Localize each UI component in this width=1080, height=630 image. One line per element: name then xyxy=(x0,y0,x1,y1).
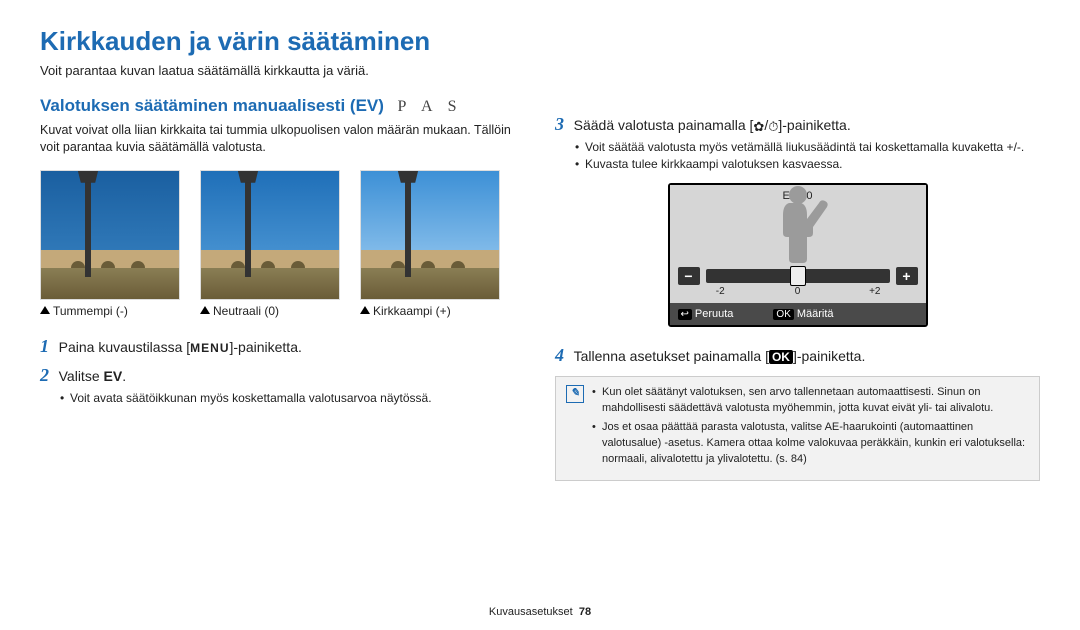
thumb-brighter: Kirkkaampi (+) xyxy=(360,170,500,318)
step2-post: . xyxy=(122,368,126,384)
step4-post: ]-painiketta. xyxy=(793,348,865,364)
menu-button-label: MENU xyxy=(190,341,229,355)
step3-bullet: Kuvasta tulee kirkkaampi valotuksen kasv… xyxy=(575,156,1040,173)
note-item: Jos et osaa päättää parasta valotusta, v… xyxy=(592,420,1029,468)
step4-pre: Tallenna asetukset painamalla [ xyxy=(574,348,769,364)
page-title: Kirkkauden ja värin säätäminen xyxy=(40,26,1040,57)
info-note: ✎ Kun olet säätänyt valotuksen, sen arvo… xyxy=(555,376,1040,482)
tick-label: -2 xyxy=(716,286,725,297)
thumb-darker: Tummempi (-) xyxy=(40,170,180,318)
triangle-icon xyxy=(200,306,210,314)
step3-bullet: Voit säätää valotusta myös vetämällä liu… xyxy=(575,139,1040,156)
step-3: 3 Säädä valotusta painamalla [✿/⏱]-paini… xyxy=(555,114,1040,173)
ev-slider-knob[interactable] xyxy=(790,266,806,286)
ok-button-label: OK xyxy=(769,350,793,364)
ev-lcd-preview: EV : 0 − -2 0 +2 xyxy=(668,183,928,327)
ev-minus-button[interactable]: − xyxy=(678,267,700,285)
tick-label: 0 xyxy=(795,286,801,297)
step2-bullet: Voit avata säätöikkunan myös koskettamal… xyxy=(60,390,525,407)
triangle-icon xyxy=(40,306,50,314)
macro-icon: ✿ xyxy=(753,119,764,135)
page-subtitle: Voit parantaa kuvan laatua säätämällä ki… xyxy=(40,63,1040,78)
section-heading-ev: Valotuksen säätäminen manuaalisesti (EV) xyxy=(40,96,384,115)
ev-plus-button[interactable]: + xyxy=(896,267,918,285)
step-1: 1 Paina kuvaustilassa [MENU]-painiketta. xyxy=(40,336,525,357)
mode-badges: P A S xyxy=(398,98,463,115)
footer-section: Kuvausasetukset xyxy=(489,606,573,618)
ev-intro: Kuvat voivat olla liian kirkkaita tai tu… xyxy=(40,122,525,156)
lcd-ok[interactable]: OKMääritä xyxy=(773,308,833,320)
triangle-icon xyxy=(360,306,370,314)
footer-page: 78 xyxy=(579,606,591,618)
note-item: Kun olet säätänyt valotuksen, sen arvo t… xyxy=(592,385,1029,417)
info-icon: ✎ xyxy=(566,385,584,403)
example-thumbnails: Tummempi (-) Neutraali (0) Kirkkaampi (+… xyxy=(40,170,525,318)
thumb-neutral: Neutraali (0) xyxy=(200,170,340,318)
tick-label: +2 xyxy=(869,286,880,297)
step1-text: Paina kuvaustilassa [ xyxy=(59,339,191,355)
step-2: 2 Valitse EV. Voit avata säätöikkunan my… xyxy=(40,365,525,407)
step3-post: ]-painiketta. xyxy=(778,117,850,133)
back-icon: ↩ xyxy=(678,309,692,320)
step-4: 4 Tallenna asetukset painamalla [OK]-pai… xyxy=(555,345,1040,366)
timer-icon: ⏱ xyxy=(768,119,778,135)
step3-pre: Säädä valotusta painamalla [ xyxy=(574,117,754,133)
right-column: 3 Säädä valotusta painamalla [✿/⏱]-paini… xyxy=(555,96,1040,481)
page-footer: Kuvausasetukset 78 xyxy=(0,606,1080,618)
ok-key: OK xyxy=(773,309,793,320)
thumb-caption: Kirkkaampi (+) xyxy=(373,304,451,318)
lcd-cancel[interactable]: ↩Peruuta xyxy=(678,308,734,320)
left-column: Valotuksen säätäminen manuaalisesti (EV)… xyxy=(40,96,525,481)
step1-text-post: ]-painiketta. xyxy=(230,339,302,355)
thumb-caption: Tummempi (-) xyxy=(53,304,128,318)
lcd-silhouette xyxy=(670,202,926,263)
ev-slider[interactable]: -2 0 +2 xyxy=(706,269,890,283)
step2-bold: EV xyxy=(104,368,123,384)
step2-text: Valitse xyxy=(59,368,104,384)
thumb-caption: Neutraali (0) xyxy=(213,304,279,318)
